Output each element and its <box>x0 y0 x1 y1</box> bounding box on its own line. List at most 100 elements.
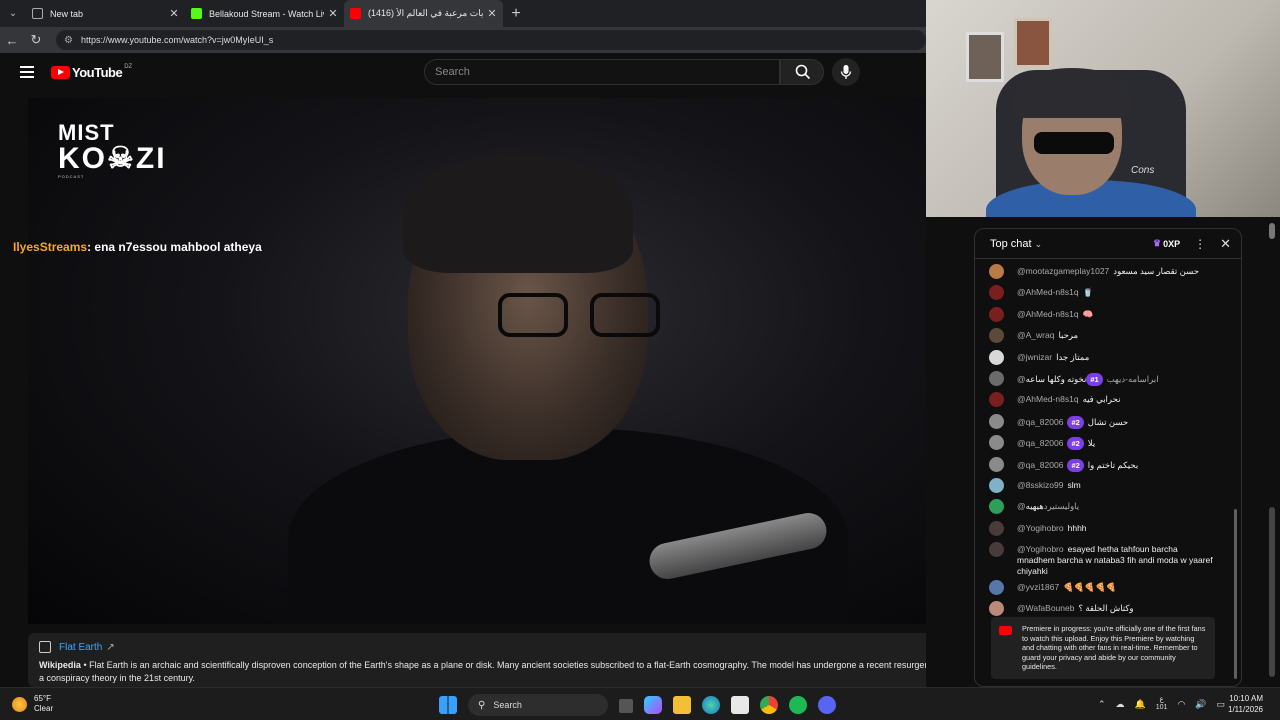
weather-condition: Clear <box>34 704 54 713</box>
chat-username[interactable]: @mootazgameplay1027 <box>1017 266 1109 276</box>
chat-avatar[interactable] <box>989 306 1004 322</box>
close-icon[interactable]: ✕ <box>487 7 497 20</box>
chat-avatar[interactable] <box>989 580 1004 596</box>
chat-avatar[interactable] <box>989 285 1004 301</box>
chat-avatar[interactable] <box>989 413 1004 429</box>
chat-avatar[interactable] <box>989 435 1004 451</box>
chat-avatar[interactable] <box>989 477 1004 493</box>
chat-message[interactable]: @qa_82006 #2 حسن تشال <box>989 411 1241 432</box>
info-panel-title[interactable]: Flat Earth <box>59 642 102 653</box>
back-arrow-icon[interactable]: ← <box>0 33 24 48</box>
battery-icon[interactable]: ▭ <box>1217 699 1226 710</box>
chat-message[interactable]: @Yogihobro esayed hetha tahfoun barcha mn… <box>989 539 1241 577</box>
chat-message[interactable]: @mootazgameplay1027 حسن تقصار سيد مسعود <box>989 261 1241 282</box>
weather-widget[interactable]: 65°F Clear <box>12 694 53 714</box>
wifi-icon[interactable]: ◠ <box>1177 699 1185 710</box>
chat-scrollbar[interactable] <box>1234 509 1237 679</box>
youtube-logo[interactable]: YouTube DZ <box>51 64 132 80</box>
chat-avatar[interactable] <box>989 542 1004 558</box>
chat-avatar[interactable] <box>989 328 1004 344</box>
chat-username[interactable]: @Yogihobro <box>1017 544 1064 554</box>
chrome-icon[interactable] <box>760 696 778 714</box>
tab-search-icon[interactable]: ⌄ <box>0 0 26 27</box>
chat-username[interactable]: @A_wraq <box>1017 330 1054 340</box>
chat-username[interactable]: @qa_82006 <box>1017 438 1063 448</box>
volume-icon[interactable]: 🔊 <box>1195 699 1206 710</box>
clock-time: 10:10 AM <box>1229 694 1263 703</box>
page-scrollbar-track <box>1269 507 1275 677</box>
url-field[interactable]: ⚙ https://www.youtube.com/watch?v=jw0MyI… <box>56 30 926 50</box>
windows-start-icon[interactable] <box>439 696 457 714</box>
kick-favicon <box>191 8 202 19</box>
tab-bellakoud-stream[interactable]: Bellakoud Stream - Watch Live on ✕ <box>185 0 344 27</box>
edge-icon[interactable] <box>702 696 720 714</box>
search-input[interactable]: Search <box>424 59 780 85</box>
info-panel-title-row[interactable]: Flat Earth ↗ <box>39 641 952 653</box>
search-button[interactable] <box>780 59 824 85</box>
chat-username[interactable]: @AhMed-n8s1q <box>1017 394 1079 404</box>
discord-icon[interactable] <box>818 696 836 714</box>
chat-avatar[interactable] <box>989 499 1004 515</box>
video-player[interactable] <box>28 98 963 624</box>
site-info-icon[interactable]: ⚙ <box>64 35 73 46</box>
chat-avatar[interactable] <box>989 601 1004 617</box>
chat-message[interactable]: @jwnizar ممتاز جدا <box>989 347 1241 368</box>
taskbar-search[interactable]: ⚲ Search <box>468 694 608 716</box>
chat-username[interactable]: @AhMed-n8s1q <box>1017 287 1079 297</box>
chat-avatar[interactable] <box>989 520 1004 536</box>
chat-username[interactable]: @yvzi1867 <box>1017 582 1059 592</box>
chat-avatar[interactable] <box>989 264 1004 279</box>
close-icon[interactable]: ✕ <box>328 7 338 20</box>
chat-message[interactable]: @A_wraq مرحبا <box>989 325 1241 346</box>
tab-youtube-video[interactable]: نظريات مرعبة في العالم الأ (1416) ✕ <box>344 0 503 27</box>
chat-username[interactable]: @qa_82006 <box>1017 460 1063 470</box>
notification-icon[interactable]: 🔔 <box>1135 699 1146 710</box>
chat-message[interactable]: @Yogihobro hhhh <box>989 518 1241 539</box>
chat-mode-dropdown[interactable]: Top chat ⌄ <box>990 238 1153 250</box>
menu-icon[interactable] <box>20 66 34 81</box>
voice-search-button[interactable] <box>832 58 860 86</box>
file-explorer-icon[interactable] <box>673 696 691 714</box>
chat-message[interactable]: @AhMed-n8s1q 🧠 <box>989 304 1241 325</box>
chat-text: وكتاش الحلقة ؟ <box>1078 603 1134 614</box>
chat-username[interactable]: @qa_82006 <box>1017 417 1063 427</box>
chat-message[interactable]: @ابراسامه-ديهب#1نخوته وكلها ساعه <box>989 368 1241 389</box>
reload-icon[interactable]: ↻ <box>24 32 48 48</box>
tab-new-tab[interactable]: New tab ✕ <box>26 0 185 27</box>
spotify-icon[interactable] <box>789 696 807 714</box>
chat-message[interactable]: @qa_82006 #2 بحيكم تاختم وا <box>989 454 1241 475</box>
close-chat-icon[interactable]: ✕ <box>1220 236 1231 252</box>
chat-avatar[interactable] <box>989 349 1004 365</box>
chat-avatar[interactable] <box>989 456 1004 472</box>
task-view-icon[interactable] <box>619 699 633 713</box>
new-tab-plus-icon[interactable]: + <box>503 5 529 23</box>
language-indicator[interactable]: ع 101 <box>1156 696 1168 712</box>
xp-badge[interactable]: ♛ 0XP <box>1153 238 1180 249</box>
chat-message[interactable]: @AhMed-n8s1q 🥤 <box>989 282 1241 303</box>
chat-message[interactable]: @qa_82006 #2 يلا <box>989 432 1241 453</box>
chat-message[interactable]: @8sskizo99 slm <box>989 475 1241 496</box>
chat-message-list[interactable]: @mootazgameplay1027 حسن تقصار سيد مسعود @A… <box>975 259 1241 620</box>
close-icon[interactable]: ✕ <box>169 7 179 20</box>
chat-avatar[interactable] <box>989 370 1004 386</box>
page-scrollbar-thumb[interactable] <box>1269 223 1275 239</box>
page-scrollbar[interactable] <box>1269 217 1275 687</box>
copilot-icon[interactable] <box>644 696 662 714</box>
chat-username[interactable]: @jwnizar <box>1017 352 1052 362</box>
onedrive-icon[interactable]: ☁ <box>1116 699 1125 710</box>
chat-username[interactable]: @8sskizo99 <box>1017 480 1063 490</box>
microsoft-store-icon[interactable] <box>731 696 749 714</box>
chat-avatar[interactable] <box>989 392 1004 408</box>
chat-message[interactable]: @yvzi1867 🍕🍕🍕🍕🍕 <box>989 577 1241 598</box>
chat-message-body: @ياوليستيردهيهيه <box>1017 501 1083 512</box>
chat-message[interactable]: @AhMed-n8s1q نحرابي فيه <box>989 389 1241 410</box>
chat-username[interactable]: @AhMed-n8s1q <box>1017 309 1079 319</box>
chat-username[interactable]: @WafaBouneb <box>1017 603 1074 613</box>
chat-message[interactable]: @ياوليستيردهيهيه <box>989 496 1241 517</box>
system-clock[interactable]: 10:10 AM 1/11/2026 <box>1228 693 1263 715</box>
chat-username[interactable]: @Yogihobro <box>1017 523 1064 533</box>
youtube-header: YouTube DZ Search <box>0 53 926 93</box>
chevron-up-icon[interactable]: ⌃ <box>1098 699 1106 710</box>
chat-more-options-icon[interactable]: ⋮ <box>1194 237 1206 251</box>
context-info-panel: Flat Earth ↗ Wikipedia • Flat Earth is a… <box>28 633 963 687</box>
